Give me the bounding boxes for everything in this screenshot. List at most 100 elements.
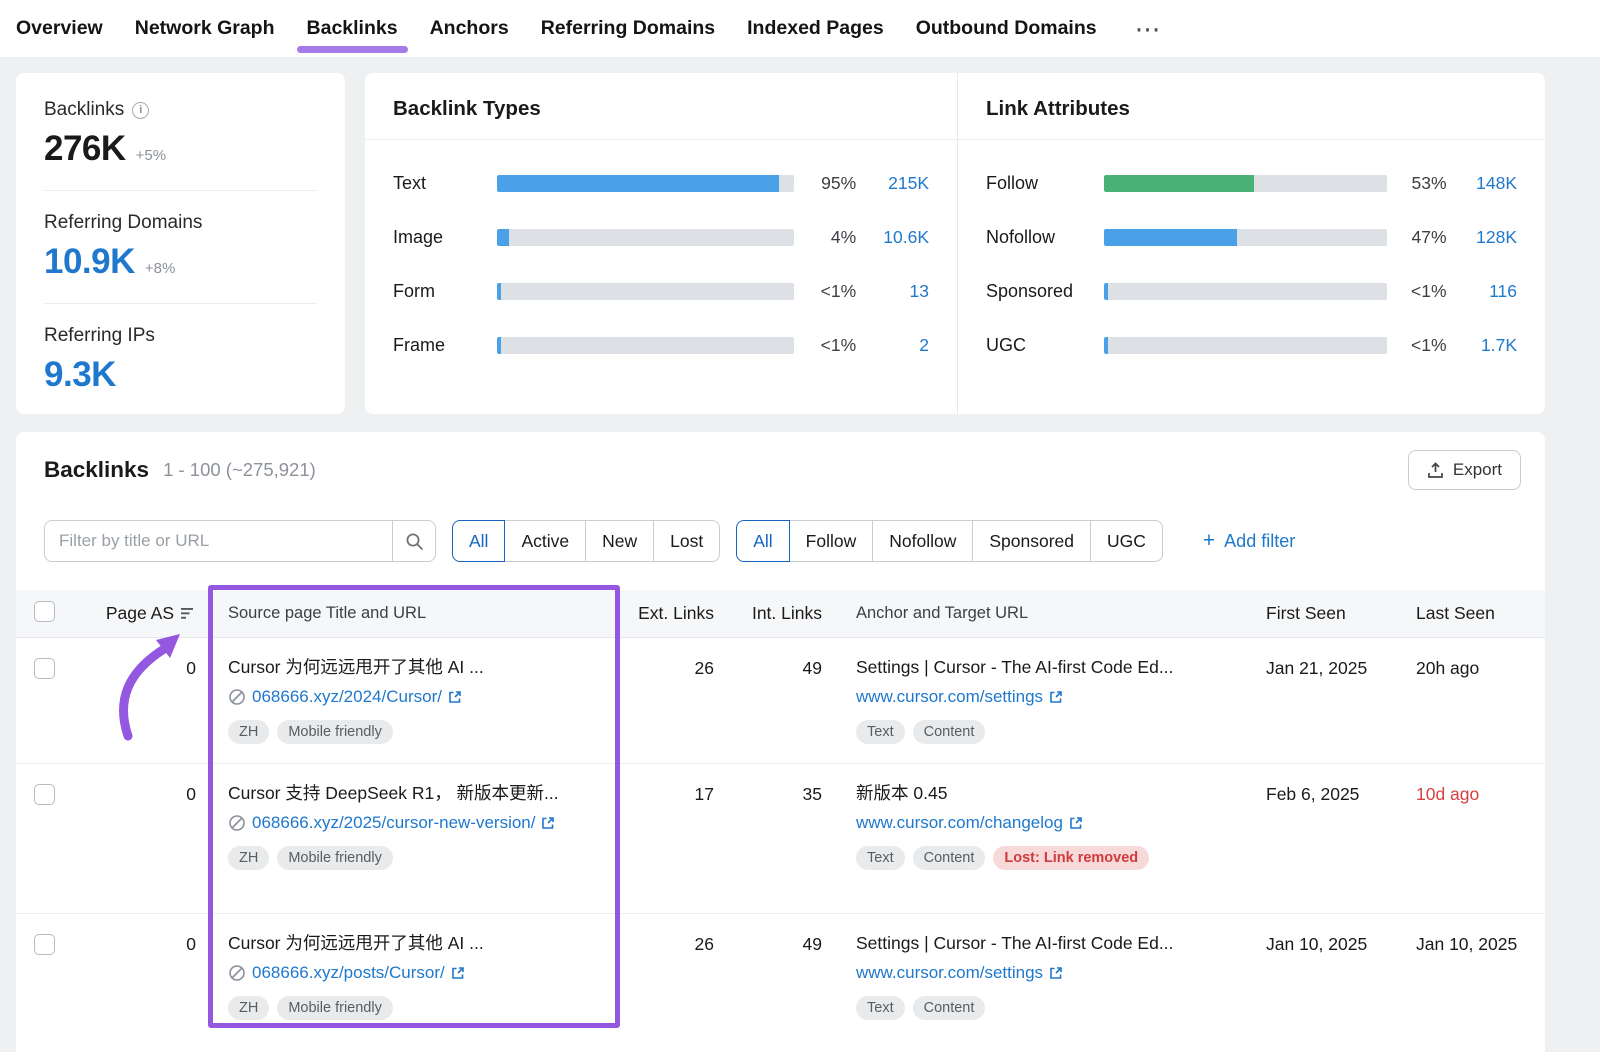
bar-fill (1104, 175, 1254, 192)
row-checkbox[interactable] (34, 934, 55, 955)
column-last-seen[interactable]: Last Seen (1416, 603, 1545, 624)
bar-value-link[interactable]: 215K (856, 173, 929, 194)
filter-type-all[interactable]: All (736, 520, 789, 562)
bar-fill (1104, 283, 1108, 300)
section-title: Backlinks (44, 457, 149, 483)
row-checkbox[interactable] (34, 658, 55, 679)
bar-fill (1104, 337, 1108, 354)
external-link-icon[interactable] (541, 816, 555, 830)
column-first-seen[interactable]: First Seen (1266, 603, 1416, 624)
metric-value[interactable]: 10.9K (44, 242, 135, 282)
search-button[interactable] (392, 520, 436, 562)
sort-icon[interactable] (181, 607, 196, 620)
bar-fill (497, 175, 780, 192)
bar-value-link[interactable]: 1.7K (1447, 335, 1517, 356)
backlink-types-panel: Backlink Types Text 95% 215K Image 4% 10… (365, 73, 958, 414)
bar-value-link[interactable]: 128K (1447, 227, 1517, 248)
add-filter-label: Add filter (1224, 531, 1295, 552)
external-link-icon[interactable] (1049, 690, 1063, 704)
source-url-link[interactable]: 068666.xyz/posts/Cursor/ (252, 961, 445, 986)
anchor-cell: Settings | Cursor - The AI-first Code Ed… (822, 638, 1266, 763)
export-button[interactable]: Export (1408, 450, 1521, 490)
search-input[interactable] (44, 520, 392, 562)
tab-overview[interactable]: Overview (16, 17, 103, 40)
int-links-value: 35 (714, 764, 822, 913)
anchor-cell: 新版本 0.45 www.cursor.com/changelog Text C… (822, 764, 1266, 913)
bar-percent: 4% (794, 227, 856, 248)
tab-outbound-domains[interactable]: Outbound Domains (916, 17, 1097, 40)
export-icon (1427, 462, 1444, 479)
ext-links-value: 26 (616, 914, 714, 1052)
page-as-value: 0 (76, 638, 196, 763)
more-icon[interactable]: ⋯ (1129, 19, 1167, 39)
tab-indexed-pages[interactable]: Indexed Pages (747, 17, 884, 40)
bar-percent: <1% (1387, 335, 1447, 356)
filter-status-active[interactable]: Active (504, 520, 586, 562)
bar-value-link[interactable]: 13 (856, 281, 929, 302)
source-cell: Cursor 支持 DeepSeek R1， 新版本更新... 068666.x… (196, 764, 616, 913)
bar-value-link[interactable]: 148K (1447, 173, 1517, 194)
top-nav: Overview Network Graph Backlinks Anchors… (0, 0, 1600, 57)
target-url-link[interactable]: www.cursor.com/changelog (856, 811, 1063, 836)
anchor-type-tag: Text (856, 720, 905, 744)
bar-percent: 47% (1387, 227, 1447, 248)
filter-type-ugc[interactable]: UGC (1090, 520, 1163, 562)
add-filter-button[interactable]: + Add filter (1203, 531, 1295, 552)
filter-type-follow[interactable]: Follow (789, 520, 874, 562)
page-as-value: 0 (76, 914, 196, 1052)
external-link-icon[interactable] (451, 966, 465, 980)
bar-percent: <1% (1387, 281, 1447, 302)
target-url-link[interactable]: www.cursor.com/settings (856, 685, 1043, 710)
bar-value-link[interactable]: 10.6K (856, 227, 929, 248)
lost-badge: Lost: Link removed (993, 846, 1149, 870)
source-title: Cursor 为何远远甩开了其他 AI ... (228, 655, 616, 680)
table-row: 0 Cursor 为何远远甩开了其他 AI ... 068666.xyz/202… (16, 638, 1545, 764)
bar-percent: 95% (794, 173, 856, 194)
source-url-link[interactable]: 068666.xyz/2024/Cursor/ (252, 685, 442, 710)
metric-delta: +8% (145, 260, 175, 277)
target-url-link[interactable]: www.cursor.com/settings (856, 961, 1043, 986)
external-link-icon[interactable] (448, 690, 462, 704)
column-source[interactable]: Source page Title and URL (196, 604, 616, 623)
info-icon[interactable]: i (132, 102, 149, 119)
external-link-icon[interactable] (1069, 816, 1083, 830)
int-links-value: 49 (714, 638, 822, 763)
external-link-icon[interactable] (1049, 966, 1063, 980)
bar-value-link[interactable]: 116 (1447, 281, 1517, 302)
anchor-type-tag: Content (913, 996, 986, 1020)
source-url-link[interactable]: 068666.xyz/2025/cursor-new-version/ (252, 811, 535, 836)
bar-row: Form <1% 13 (393, 264, 929, 318)
bar-track (497, 175, 794, 192)
table-row: 0 Cursor 支持 DeepSeek R1， 新版本更新... 068666… (16, 764, 1545, 914)
metric-referring-domains: Referring Domains 10.9K +8% (44, 212, 317, 282)
tab-network-graph[interactable]: Network Graph (135, 17, 275, 40)
row-checkbox[interactable] (34, 784, 55, 805)
bar-label: Nofollow (986, 227, 1104, 248)
filter-status-new[interactable]: New (585, 520, 654, 562)
anchor-type-tag: Content (913, 720, 986, 744)
ext-links-value: 17 (616, 764, 714, 913)
filter-status-all[interactable]: All (452, 520, 505, 562)
tab-backlinks[interactable]: Backlinks (307, 17, 398, 40)
no-favicon-icon (228, 814, 246, 832)
column-ext-links[interactable]: Ext. Links (616, 603, 714, 624)
language-tag: ZH (228, 846, 269, 870)
export-label: Export (1453, 460, 1502, 480)
filter-type-sponsored[interactable]: Sponsored (972, 520, 1091, 562)
tab-anchors[interactable]: Anchors (430, 17, 509, 40)
panel-title: Backlink Types (365, 73, 957, 140)
column-anchor[interactable]: Anchor and Target URL (822, 604, 1266, 623)
language-tag: ZH (228, 996, 269, 1020)
column-page-as[interactable]: Page AS (76, 603, 196, 624)
bar-value-link[interactable]: 2 (856, 335, 929, 356)
mobile-friendly-tag: Mobile friendly (277, 846, 393, 870)
tab-referring-domains[interactable]: Referring Domains (541, 17, 715, 40)
filter-type-nofollow[interactable]: Nofollow (872, 520, 973, 562)
metric-value[interactable]: 9.3K (44, 355, 116, 395)
select-all-checkbox[interactable] (34, 601, 55, 622)
column-int-links[interactable]: Int. Links (714, 603, 822, 624)
mobile-friendly-tag: Mobile friendly (277, 720, 393, 744)
anchor-type-tag: Content (913, 846, 986, 870)
filter-status-lost[interactable]: Lost (653, 520, 720, 562)
first-seen-value: Feb 6, 2025 (1266, 764, 1416, 913)
